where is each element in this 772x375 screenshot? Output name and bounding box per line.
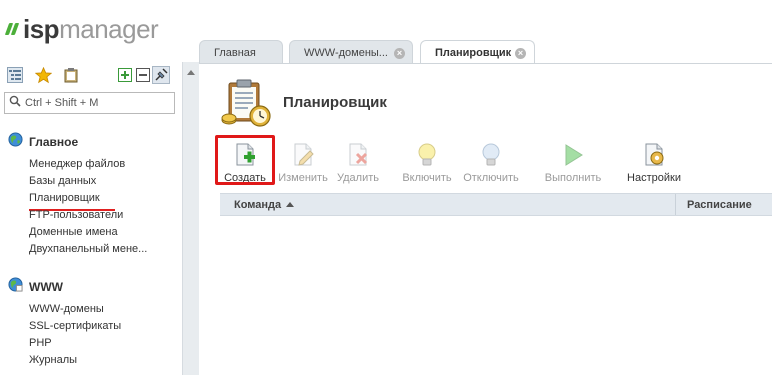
search-input[interactable] [25,97,174,109]
globe-icon [8,132,23,152]
logo-text-light: manager [59,13,159,44]
page-title: Планировщик [283,94,387,111]
tab-www-domains[interactable]: WWW-домены... × [289,40,413,64]
tree-view-icon[interactable] [6,66,24,84]
settings-gear-icon [645,143,664,166]
disable-label: Отключить [463,172,519,184]
sidebar-section-www[interactable]: WWW [8,277,63,297]
collapse-arrow-icon[interactable] [187,70,195,75]
settings-label: Настройки [627,172,681,184]
pin-icon[interactable] [152,66,170,84]
column-header-command[interactable]: Команда [234,194,295,215]
sidebar-item-databases[interactable]: Базы данных [29,174,96,188]
edit-label: Изменить [278,172,328,184]
tab-label: WWW-домены... [304,46,388,59]
delete-label: Удалить [337,172,379,184]
ispmanager-logo: isp manager [4,13,159,44]
tab-home[interactable]: Главная [199,40,283,64]
sidebar-item-ssl-certificates[interactable]: SSL-сертификаты [29,319,121,333]
enable-label: Включить [402,172,452,184]
logo-mark-icon [4,20,20,38]
search-icon [9,94,21,112]
tab-label: Главная [214,46,256,59]
tab-label: Планировщик [435,47,512,59]
create-button-highlight [215,135,275,185]
sidebar-item-www-domains[interactable]: WWW-домены [29,302,104,316]
sidebar-splitter[interactable] [182,62,199,375]
sidebar-section-label: WWW [29,280,63,294]
delete-button[interactable]: Удалить [334,138,382,186]
sidebar-toolbar [6,66,178,84]
sidebar-item-php[interactable]: PHP [29,336,52,350]
close-icon[interactable]: × [394,48,405,59]
logo-text-bold: isp [23,13,60,44]
sidebar-item-domain-names[interactable]: Доменные имена [29,225,118,239]
clipboard-icon[interactable] [62,66,80,84]
ispmanager-window: isp manager Ctrl + Shift + M Главное Мен… [0,0,772,375]
sort-ascending-icon [286,202,295,207]
disable-button[interactable]: Отключить [460,138,522,186]
expand-all-icon[interactable] [116,66,134,84]
sidebar-item-logs[interactable]: Журналы [29,353,77,367]
sidebar-item-file-manager[interactable]: Менеджер файлов [29,157,125,171]
tab-bar: Главная WWW-домены... × Планировщик × [199,40,772,65]
close-icon[interactable]: × [515,48,526,59]
delete-icon [349,143,368,166]
column-divider[interactable] [675,194,676,215]
edit-icon [294,143,314,166]
sidebar-item-scheduler[interactable]: Планировщик [29,191,100,205]
column-header-label: Команда [234,198,282,211]
sidebar-section-main[interactable]: Главное [8,132,78,152]
lightbulb-off-icon [482,143,500,166]
run-button[interactable]: Выполнить [542,138,604,186]
settings-button[interactable]: Настройки [624,138,684,186]
column-header-label: Расписание [687,198,752,211]
run-label: Выполнить [544,172,602,184]
lightbulb-on-icon [418,143,436,166]
play-icon [565,144,583,166]
enable-button[interactable]: Включить [400,138,454,186]
sidebar-search[interactable] [4,92,175,114]
sidebar-item-dual-pane-manager[interactable]: Двухпанельный мене... [29,242,147,256]
table-header: Команда Расписание [220,193,772,216]
edit-button[interactable]: Изменить [274,138,332,186]
favorites-star-icon[interactable] [34,66,52,84]
main-panel: Планировщик Создать Изменить Удалить Вкл… [199,64,772,375]
column-header-schedule[interactable]: Расписание [687,194,752,215]
sidebar: Главное Менеджер файлов Базы данных План… [0,62,182,375]
www-globe-icon [8,277,23,297]
collapse-all-icon[interactable] [134,66,152,84]
tab-scheduler[interactable]: Планировщик × [420,40,535,65]
sidebar-section-label: Главное [29,135,79,149]
sidebar-item-ftp-users[interactable]: FTP-пользователи [29,208,123,222]
scheduler-clipboard-icon [220,78,276,128]
